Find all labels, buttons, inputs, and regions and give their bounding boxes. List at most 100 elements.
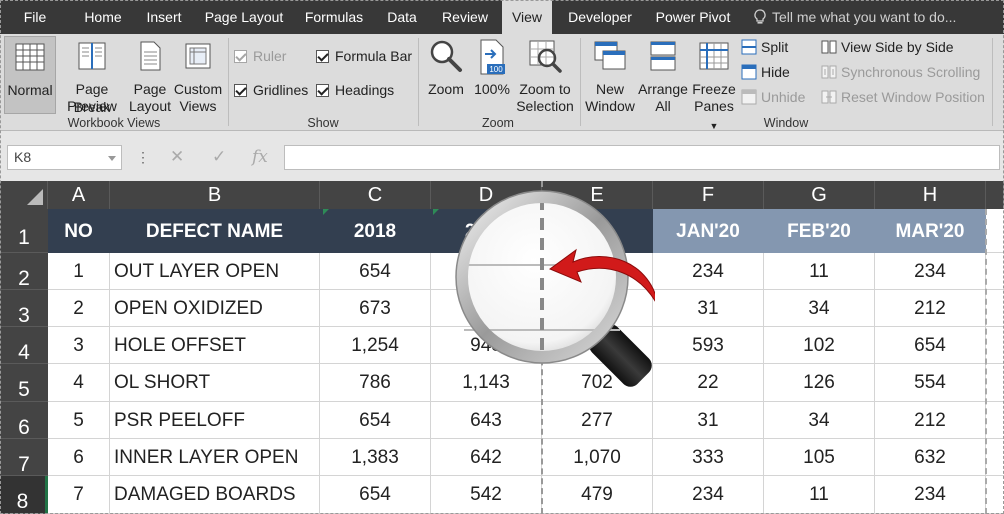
tab-home[interactable]: Home bbox=[74, 0, 132, 34]
zoom-100-button[interactable]: 100 100% bbox=[471, 36, 513, 114]
table-cell[interactable]: 654 bbox=[320, 402, 431, 439]
split-button[interactable]: Split bbox=[741, 36, 788, 58]
table-cell[interactable]: 7 bbox=[48, 476, 110, 514]
table-cell[interactable]: 642 bbox=[431, 439, 542, 476]
tab-formulas[interactable]: Formulas bbox=[298, 0, 370, 34]
table-cell[interactable]: 11 bbox=[764, 253, 875, 290]
table-cell[interactable]: 673 bbox=[320, 290, 431, 327]
synchronous-scrolling-button[interactable]: Synchronous Scrolling bbox=[821, 61, 980, 83]
table-cell[interactable]: PSR PEELOFF bbox=[110, 402, 320, 439]
table-cell[interactable] bbox=[986, 253, 1004, 290]
row-header[interactable]: 5 bbox=[0, 364, 48, 402]
table-cell[interactable]: 34 bbox=[764, 290, 875, 327]
table-cell[interactable]: 5 bbox=[48, 402, 110, 439]
table-cell[interactable]: 31 bbox=[653, 290, 764, 327]
table-cell[interactable] bbox=[986, 476, 1004, 514]
ruler-checkbox[interactable]: Ruler bbox=[234, 46, 286, 66]
select-all-button[interactable] bbox=[0, 181, 48, 209]
column-header[interactable]: H bbox=[875, 181, 986, 209]
table-cell[interactable]: 4 bbox=[48, 364, 110, 402]
table-cell[interactable]: 212 bbox=[875, 402, 986, 439]
table-cell[interactable]: 333 bbox=[653, 439, 764, 476]
headings-checkbox[interactable]: Headings bbox=[316, 80, 394, 100]
table-cell[interactable]: 2 bbox=[48, 290, 110, 327]
name-box[interactable]: K8 bbox=[7, 145, 122, 170]
unhide-button[interactable]: Unhide bbox=[741, 86, 805, 108]
table-cell[interactable]: 542 bbox=[431, 476, 542, 514]
table-cell[interactable]: OL SHORT bbox=[110, 364, 320, 402]
cancel-icon[interactable]: ✕ bbox=[170, 147, 184, 167]
column-header[interactable]: G bbox=[764, 181, 875, 209]
hide-button[interactable]: Hide bbox=[741, 61, 790, 83]
tab-insert[interactable]: Insert bbox=[138, 0, 190, 34]
table-header-cell[interactable]: FEB'20 bbox=[764, 209, 875, 253]
table-cell[interactable]: OUT LAYER OPEN bbox=[110, 253, 320, 290]
table-header-cell[interactable]: NO bbox=[48, 209, 110, 253]
page-break-preview-button[interactable]: Page Break Preview bbox=[57, 36, 127, 115]
table-cell[interactable]: 786 bbox=[320, 364, 431, 402]
table-cell[interactable]: 643 bbox=[431, 402, 542, 439]
row-header[interactable]: 3 bbox=[0, 290, 48, 327]
table-cell[interactable]: 105 bbox=[764, 439, 875, 476]
table-cell[interactable]: 277 bbox=[542, 402, 653, 439]
row-header[interactable]: 8 bbox=[0, 476, 48, 514]
table-cell[interactable]: 6 bbox=[48, 439, 110, 476]
table-cell[interactable]: 479 bbox=[542, 476, 653, 514]
table-cell[interactable]: 234 bbox=[653, 476, 764, 514]
table-cell[interactable]: 632 bbox=[875, 439, 986, 476]
zoom-button[interactable]: Zoom bbox=[422, 36, 470, 114]
arrange-all-button[interactable]: Arrange All bbox=[638, 36, 688, 114]
table-cell[interactable]: 234 bbox=[653, 253, 764, 290]
tab-developer[interactable]: Developer bbox=[558, 0, 642, 34]
table-cell[interactable]: 3 bbox=[48, 327, 110, 364]
table-cell[interactable]: 1,070 bbox=[542, 439, 653, 476]
column-header[interactable] bbox=[986, 181, 1004, 209]
table-cell[interactable]: 22 bbox=[653, 364, 764, 402]
column-header[interactable]: B bbox=[110, 181, 320, 209]
tell-me-box[interactable]: Tell me what you want to do... bbox=[752, 0, 956, 34]
table-cell[interactable]: 102 bbox=[764, 327, 875, 364]
table-header-cell[interactable]: 2018 bbox=[320, 209, 431, 253]
table-cell[interactable]: INNER LAYER OPEN bbox=[110, 439, 320, 476]
zoom-to-selection-button[interactable]: Zoom to Selection bbox=[514, 36, 576, 114]
row-header[interactable]: 6 bbox=[0, 402, 48, 439]
row-header[interactable]: 7 bbox=[0, 439, 48, 476]
table-cell[interactable] bbox=[986, 439, 1004, 476]
column-header[interactable]: F bbox=[653, 181, 764, 209]
table-cell[interactable]: 234 bbox=[875, 476, 986, 514]
row-header[interactable]: 1 bbox=[0, 209, 48, 253]
column-header[interactable]: C bbox=[320, 181, 431, 209]
custom-views-button[interactable]: Custom Views bbox=[173, 36, 223, 114]
table-cell[interactable] bbox=[986, 290, 1004, 327]
table-cell[interactable]: 11 bbox=[764, 476, 875, 514]
table-cell[interactable]: 212 bbox=[875, 290, 986, 327]
table-cell[interactable]: 31 bbox=[653, 402, 764, 439]
tab-view[interactable]: View bbox=[502, 0, 552, 34]
table-cell[interactable]: 654 bbox=[875, 327, 986, 364]
table-cell[interactable] bbox=[986, 327, 1004, 364]
table-cell[interactable] bbox=[986, 209, 1004, 253]
table-cell[interactable]: 1,254 bbox=[320, 327, 431, 364]
reset-window-position-button[interactable]: Reset Window Position bbox=[821, 86, 985, 108]
table-cell[interactable]: DAMAGED BOARDS bbox=[110, 476, 320, 514]
table-cell[interactable]: 1 bbox=[48, 253, 110, 290]
new-window-button[interactable]: New Window bbox=[582, 36, 638, 114]
formula-input[interactable] bbox=[284, 145, 1000, 170]
gridlines-checkbox[interactable]: Gridlines bbox=[234, 80, 308, 100]
table-header-cell[interactable]: MAR'20 bbox=[875, 209, 986, 253]
formula-bar-checkbox[interactable]: Formula Bar bbox=[316, 46, 412, 66]
table-cell[interactable]: 554 bbox=[875, 364, 986, 402]
table-cell[interactable]: 593 bbox=[653, 327, 764, 364]
table-cell[interactable]: 1,383 bbox=[320, 439, 431, 476]
row-header[interactable]: 4 bbox=[0, 327, 48, 364]
tab-data[interactable]: Data bbox=[378, 0, 426, 34]
table-cell[interactable]: HOLE OFFSET bbox=[110, 327, 320, 364]
insert-function-icon[interactable]: fx bbox=[252, 147, 268, 167]
tab-power-pivot[interactable]: Power Pivot bbox=[648, 0, 738, 34]
table-cell[interactable]: 126 bbox=[764, 364, 875, 402]
table-cell[interactable] bbox=[986, 364, 1004, 402]
table-cell[interactable]: OPEN OXIDIZED bbox=[110, 290, 320, 327]
table-header-cell[interactable]: JAN'20 bbox=[653, 209, 764, 253]
table-cell[interactable]: 654 bbox=[320, 253, 431, 290]
enter-icon[interactable]: ✓ bbox=[212, 147, 226, 167]
